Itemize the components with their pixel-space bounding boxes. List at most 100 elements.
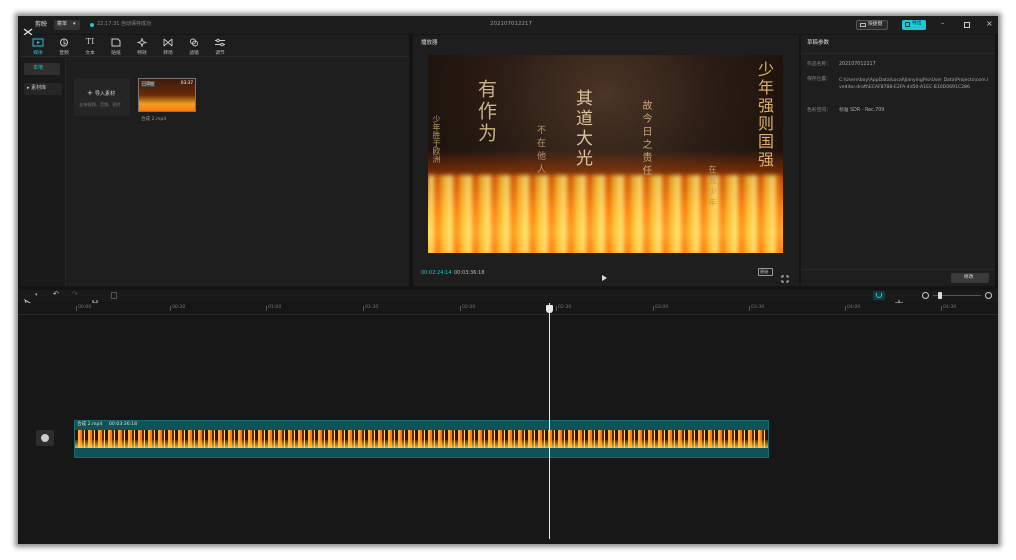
current-time: 00:02:24:14 (421, 270, 452, 276)
player-panel: 播放器 有作为 其道大光 少年强则国强 少年胜于欧洲 不在他人 故今日之责任 在… (413, 35, 799, 286)
fullscreen-icon (781, 275, 789, 283)
export-icon (905, 22, 910, 27)
sidebar-item-label: 本地 (33, 65, 44, 71)
menu-button[interactable]: 菜单 ▾ (54, 20, 80, 30)
poem-line-1: 有作为 (475, 79, 497, 145)
sidebar-item-local[interactable]: 本地 (24, 63, 60, 75)
clip-label: 合成 2.mp4 (77, 422, 103, 427)
color-label: 色彩空间： (807, 108, 831, 113)
filter-icon (190, 38, 198, 47)
draft-divider (801, 53, 995, 54)
tool-label: 特效 (137, 51, 147, 56)
app-window: 剪映 菜单 ▾ 22:17:31 自动保存成功 202107012217 快捷键… (18, 16, 998, 544)
chevron-down-icon[interactable]: ▾ (35, 293, 38, 298)
sidebar-item-library[interactable]: ▸ 素材库 (24, 83, 62, 95)
ratio-button[interactable]: 原始 (758, 268, 773, 276)
adjust-icon (215, 38, 225, 47)
clip-filmstrip-glow (75, 440, 768, 448)
import-media-button[interactable]: + 导入素材 支持视频、音频、图片 (74, 78, 130, 116)
tool-filter[interactable]: 滤镜 (182, 38, 206, 58)
ratio-label: 原始 (760, 269, 769, 274)
ruler-tick: 02:30 (556, 305, 572, 311)
draft-title: 草稿参数 (807, 40, 830, 46)
tool-effects[interactable]: 特效 (130, 38, 154, 58)
video-preview[interactable]: 有作为 其道大光 少年强则国强 少年胜于欧洲 不在他人 故今日之责任 在我少年 (428, 55, 783, 253)
zoom-slider[interactable] (933, 292, 981, 299)
restore-icon[interactable] (964, 22, 970, 28)
edit-draft-button[interactable]: 修改 (951, 273, 989, 283)
plus-icon: + (87, 89, 93, 97)
tool-label: 贴纸 (111, 51, 121, 56)
chevron-down-icon: ▾ (73, 21, 76, 27)
fullscreen-button[interactable] (781, 268, 789, 287)
timeline[interactable]: 00:00 00:30 01:00 01:30 02:00 02:30 03:0… (18, 303, 998, 544)
zoom-slider-thumb[interactable] (938, 292, 942, 299)
sidebar-item-label: ▸ 素材库 (27, 85, 47, 91)
save-status-dot-icon (90, 23, 94, 27)
playhead-handle[interactable] (546, 305, 553, 313)
zoom-out-icon[interactable] (922, 292, 929, 299)
ruler-tick: 02:00 (460, 305, 476, 311)
ruler-tick: 04:00 (845, 305, 861, 311)
flames (428, 175, 783, 253)
tool-media[interactable]: 媒体 (26, 38, 50, 58)
poem-side-3: 故今日之责任 (640, 100, 651, 178)
ruler-tick: 01:00 (266, 305, 282, 311)
ruler-tick: 01:30 (363, 305, 379, 311)
tool-label: 音频 (59, 51, 69, 56)
media-panel: 媒体 音频 TI 文本 贴纸 特效 转场 滤镜 调节 本地 ▸ 素材库 + 导入… (20, 35, 409, 286)
tool-label: 媒体 (33, 51, 43, 56)
close-icon[interactable]: × (986, 20, 993, 28)
tool-label: 文本 (85, 51, 95, 56)
shortcut-label: 快捷键 (868, 22, 883, 27)
import-label: 导入素材 (95, 91, 116, 97)
undo-icon[interactable]: ↶ (53, 291, 59, 298)
tool-sticker[interactable]: 贴纸 (104, 38, 128, 58)
export-label: 导出 (912, 21, 922, 26)
ruler-tick: 03:30 (749, 305, 765, 311)
poem-side-2: 不在他人 (535, 125, 545, 177)
play-icon (602, 275, 607, 281)
save-status: 22:17:31 自动保存成功 (97, 21, 152, 27)
ruler-tick: 00:30 (170, 305, 186, 311)
zoom-in-icon[interactable] (985, 292, 992, 299)
playhead[interactable] (546, 303, 553, 539)
magnet-icon (876, 293, 882, 298)
poem-side-4: 在我少年 (708, 165, 717, 209)
effects-icon (136, 38, 148, 47)
shortcut-button[interactable]: 快捷键 (856, 20, 888, 30)
draft-footer (801, 269, 995, 270)
edit-label: 修改 (964, 274, 974, 280)
import-hint: 支持视频、音频、图片 (79, 102, 121, 107)
tool-audio[interactable]: 音频 (52, 38, 76, 58)
tool-text[interactable]: TI 文本 (78, 38, 102, 58)
name-label: 作品名称： (807, 62, 831, 67)
redo-icon[interactable]: ↷ (72, 291, 78, 298)
cover-icon (41, 434, 49, 442)
magnet-button[interactable] (873, 291, 885, 300)
export-button[interactable]: 导出 (902, 20, 926, 30)
timeline-toolbar: ▾ ↶ ↷ (18, 290, 998, 308)
keyboard-icon (860, 23, 866, 27)
delete-icon[interactable] (111, 292, 117, 299)
project-title: 202107012217 (490, 21, 532, 27)
ruler-tick: 04:30 (941, 305, 957, 311)
minimize-icon[interactable]: – (941, 20, 945, 27)
tool-label: 转场 (163, 51, 173, 56)
media-clip-thumbnail[interactable]: 已添加 03:37 (138, 78, 196, 112)
poem-side-1: 少年胜于欧洲 (432, 115, 441, 163)
name-value: 202107012217 (839, 62, 876, 67)
timeline-video-clip[interactable]: 合成 2.mp4 00:03:36:18 (74, 420, 769, 458)
play-button[interactable] (599, 268, 609, 281)
media-icon (32, 38, 44, 47)
path-value: C:\Users\boy\AppData\Local\JianyingPro\U… (839, 78, 989, 90)
tool-transition[interactable]: 转场 (156, 38, 180, 58)
sticker-icon (111, 38, 121, 47)
total-time: 00:03:36:18 (454, 270, 485, 276)
ruler-tick: 00:00 (76, 305, 92, 311)
tool-label: 滤镜 (189, 51, 199, 56)
transition-icon (163, 38, 173, 47)
color-value: 标准 SDR - Rec.709 (839, 108, 885, 113)
tool-adjust[interactable]: 调节 (208, 38, 232, 58)
track-cover-button[interactable] (36, 430, 54, 446)
